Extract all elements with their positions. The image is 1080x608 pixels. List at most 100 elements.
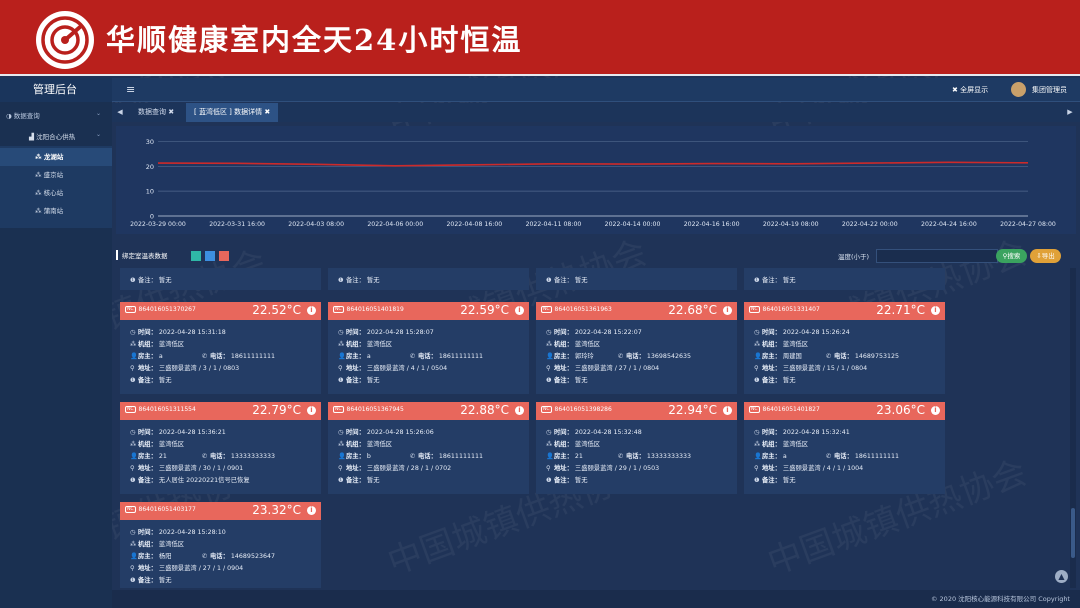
address-label: 地址： [554, 365, 573, 372]
phone-label: 电话： [210, 453, 229, 460]
phone-group: ✆ 电话： 13698542635 [618, 351, 691, 360]
note-value: 暂无 [574, 377, 588, 384]
info-icon[interactable]: i [931, 306, 940, 315]
map-pin-icon: ⚲ [130, 465, 135, 472]
export-label: 导出 [1041, 252, 1055, 260]
unit-row: ⁂ 机组： 蓝湾低区 [338, 339, 392, 348]
device-id: NC 864016051398286 [541, 406, 612, 413]
note-value: 暂无 [158, 377, 172, 384]
menu-toggle-icon[interactable]: ≡ [126, 78, 135, 101]
sidebar-item-longhu[interactable]: ⁂ 龙湖站 [0, 148, 112, 166]
legend-swatch-teal[interactable] [191, 251, 201, 261]
clock-icon: ◷ [338, 429, 344, 436]
sidebar-item-hexin[interactable]: ⁂ 核心站 [0, 184, 112, 202]
card-header: NC 864016051311554 22.79°C i [120, 402, 321, 420]
sidebar-group-query[interactable]: ◑ 数据查询 [6, 110, 40, 120]
phone-value: 18611111111 [230, 353, 275, 360]
info-icon: ❶ [546, 277, 552, 284]
legend-swatch-red[interactable] [219, 251, 229, 261]
tab-scroll-left-icon[interactable]: ◀ [112, 103, 128, 122]
info-icon[interactable]: i [931, 406, 940, 415]
owner-label: 房主： [138, 553, 157, 560]
sidebar-subgroup[interactable]: ▟ 沈阳合心供热 [29, 131, 75, 141]
station-icon: ⁂ [35, 171, 44, 179]
card-header: NC 864016051398286 22.94°C i [536, 402, 737, 420]
export-button[interactable]: ⇩导出 [1030, 249, 1061, 263]
temperature-value: 22.88°C [460, 403, 509, 417]
station-icon: ⁂ [35, 189, 44, 197]
fullscreen-button[interactable]: ✖ 全屏显示 [952, 78, 988, 102]
unit-label: 机组： [554, 341, 573, 348]
device-card[interactable]: NC 864016051403177 23.32°C i ◷ 时间： 2022-04-28… [120, 502, 321, 588]
avatar[interactable] [1011, 82, 1026, 97]
sitemap-icon: ⁂ [130, 341, 137, 348]
note-row: ❶ 备注： 暂无 [338, 277, 380, 284]
note-label: 备注： [138, 577, 157, 584]
device-card[interactable]: NC 864016051367945 22.88°C i ◷ 时间： 2022-04-28… [328, 402, 529, 494]
owner-row: 👤房主： b ✆ 电话： 18611111111 [338, 451, 483, 460]
info-icon[interactable]: i [723, 306, 732, 315]
sidebar-item-shengjing[interactable]: ⁂ 盛京站 [0, 166, 112, 184]
info-icon[interactable]: i [723, 406, 732, 415]
tab-scroll-right-icon[interactable]: ▶ [1062, 103, 1078, 122]
time-row: ◷ 时间： 2022-04-28 15:26:24 [754, 327, 850, 336]
user-icon: 👤 [546, 353, 554, 360]
sitemap-icon: ⁂ [130, 541, 137, 548]
unit-row: ⁂ 机组： 蓝湾低区 [546, 439, 600, 448]
sitemap-icon: ⁂ [754, 341, 761, 348]
device-id-text: 864016051398286 [554, 406, 612, 413]
phone-value: 14689523647 [230, 553, 275, 560]
phone-group: ✆ 电话： 18611111111 [410, 451, 483, 460]
address-row: ⚲ 地址： 三盛颐景蓝湾 / 27 / 1 / 0804 [546, 363, 659, 372]
sitemap-icon: ⁂ [338, 441, 345, 448]
info-circle-icon: ❶ [130, 477, 136, 484]
user-name[interactable]: 集团管理员 [1032, 78, 1067, 102]
logo-icon [36, 11, 94, 69]
address-row: ⚲ 地址： 三盛颐景蓝湾 / 30 / 1 / 0901 [130, 463, 243, 472]
owner-label: 房主： [762, 353, 781, 360]
info-icon[interactable]: i [307, 506, 316, 515]
scrollbar[interactable] [1070, 268, 1076, 588]
info-icon[interactable]: i [515, 406, 524, 415]
info-icon[interactable]: i [307, 406, 316, 415]
card-partial: ❶ 备注： 暂无 [744, 268, 945, 290]
filter-label: 绑定室温表数据 [116, 250, 168, 260]
sitemap-icon: ⁂ [546, 441, 553, 448]
search-button[interactable]: ⚲搜索 [996, 249, 1027, 263]
unit-row: ⁂ 机组： 蓝湾低区 [338, 439, 392, 448]
tab-data-detail[interactable]: [ 蓝湾低区 ] 数据详情 ✖ [186, 103, 279, 122]
owner-value: b [366, 453, 371, 460]
info-circle-icon: ❶ [338, 377, 344, 384]
scroll-thumb[interactable] [1071, 508, 1075, 558]
owner-value: 杨阳 [158, 553, 172, 560]
device-card[interactable]: NC 864016051401827 23.06°C i ◷ 时间： 2022-04-28… [744, 402, 945, 494]
device-card[interactable]: NC 864016051370267 22.52°C i ◷ 时间： 2022-04-28… [120, 302, 321, 394]
device-card[interactable]: NC 864016051398286 22.94°C i ◷ 时间： 2022-04-28… [536, 402, 737, 494]
time-label: 时间： [346, 429, 365, 436]
close-icon[interactable]: ✖ [264, 108, 270, 116]
back-to-top-icon[interactable]: ▲ [1055, 570, 1068, 583]
device-card[interactable]: NC 864016051361963 22.68°C i ◷ 时间： 2022-04-28… [536, 302, 737, 394]
device-card[interactable]: NC 864016051401819 22.59°C i ◷ 时间： 2022-04-28… [328, 302, 529, 394]
map-pin-icon: ⚲ [338, 365, 343, 372]
x-tick-label: 2022-04-08 16:00 [446, 221, 502, 228]
phone-value: 18611111111 [854, 453, 899, 460]
device-card[interactable]: NC 864016051311554 22.79°C i ◷ 时间： 2022-04-28… [120, 402, 321, 494]
info-icon[interactable]: i [307, 306, 316, 315]
phone-label: 电话： [834, 353, 853, 360]
close-icon[interactable]: ✖ [168, 108, 174, 116]
card-partial: ❶ 备注： 暂无 [328, 268, 529, 290]
unit-row: ⁂ 机组： 蓝湾低区 [546, 339, 600, 348]
note-row: ❶ 备注： 暂无 [754, 475, 796, 484]
info-icon[interactable]: i [515, 306, 524, 315]
clock-icon: ◷ [546, 329, 552, 336]
owner-value: a [782, 453, 787, 460]
legend-swatch-blue[interactable] [205, 251, 215, 261]
device-card[interactable]: NC 864016051331407 22.71°C i ◷ 时间： 2022-04-28… [744, 302, 945, 394]
time-row: ◷ 时间： 2022-04-28 15:31:18 [130, 327, 226, 336]
sidebar-item-punan[interactable]: ⁂ 蒲南站 [0, 202, 112, 220]
owner-label: 房主： [762, 453, 781, 460]
temp-filter-input[interactable] [876, 249, 998, 263]
tab-data-query[interactable]: 数据查询 ✖ [130, 103, 182, 122]
x-tick-label: 2022-04-22 00:00 [842, 221, 898, 228]
